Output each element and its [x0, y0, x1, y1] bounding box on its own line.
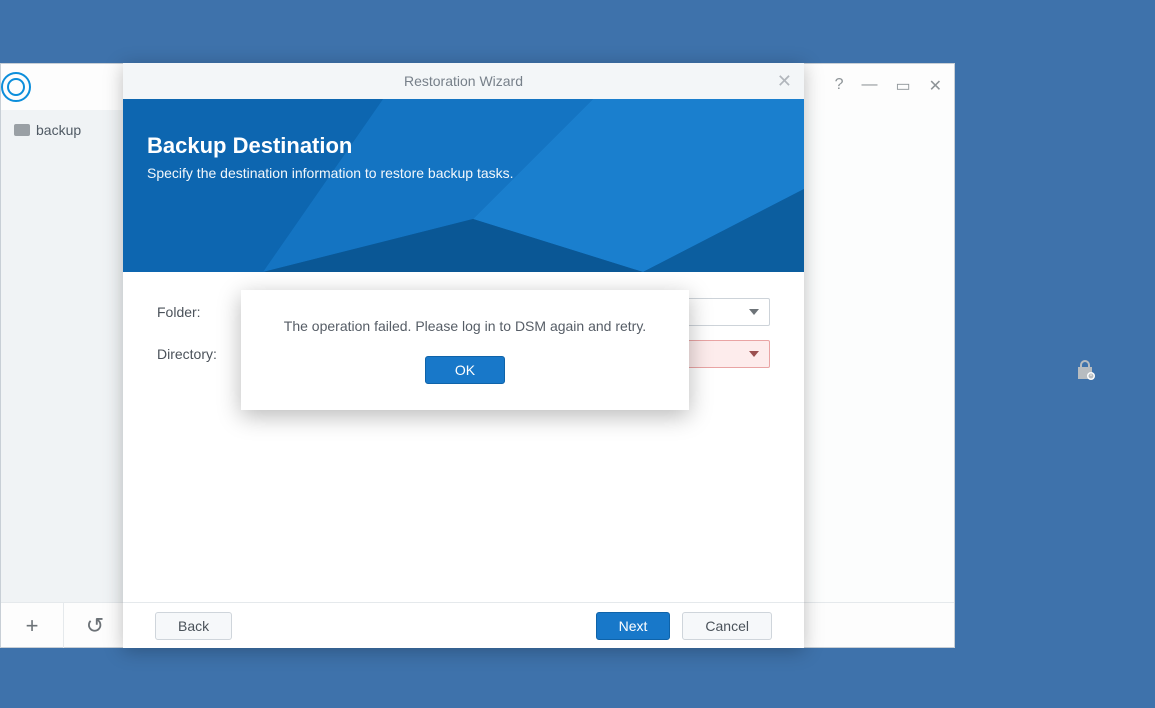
- history-button[interactable]: ↺: [64, 603, 127, 648]
- close-button[interactable]: ✕: [929, 76, 942, 96]
- wizard-step-title: Backup Destination: [147, 133, 780, 159]
- add-button[interactable]: +: [1, 603, 64, 648]
- chevron-down-icon: [749, 309, 759, 315]
- wizard-titlebar: Restoration Wizard ✕: [123, 63, 804, 99]
- wizard-banner: Backup Destination Specify the destinati…: [123, 99, 804, 272]
- chevron-down-icon: [749, 351, 759, 357]
- minimize-button[interactable]: —: [861, 76, 877, 96]
- ok-button[interactable]: OK: [425, 356, 505, 384]
- error-alert: The operation failed. Please log in to D…: [241, 290, 689, 410]
- next-button[interactable]: Next: [596, 612, 671, 640]
- wizard-close-button[interactable]: ✕: [777, 71, 792, 92]
- back-button[interactable]: Back: [155, 612, 232, 640]
- alert-message: The operation failed. Please log in to D…: [284, 318, 646, 334]
- app-logo-icon: [1, 72, 31, 102]
- lock-icon: [1073, 358, 1097, 382]
- wizard-step-subtitle: Specify the destination information to r…: [147, 165, 780, 181]
- banner-geometry-icon: [123, 99, 804, 272]
- sidebar-item-label: backup: [36, 122, 81, 138]
- maximize-button[interactable]: ▭: [895, 76, 910, 96]
- sidebar-item-backup[interactable]: backup: [1, 110, 129, 150]
- sidebar: backup: [1, 110, 129, 602]
- help-button[interactable]: ?: [835, 76, 844, 96]
- folder-icon: [14, 124, 30, 136]
- wizard-title: Restoration Wizard: [404, 73, 523, 89]
- cancel-button[interactable]: Cancel: [682, 612, 772, 640]
- window-controls: ? — ▭ ✕: [835, 76, 942, 96]
- wizard-footer: Back Next Cancel: [123, 602, 804, 648]
